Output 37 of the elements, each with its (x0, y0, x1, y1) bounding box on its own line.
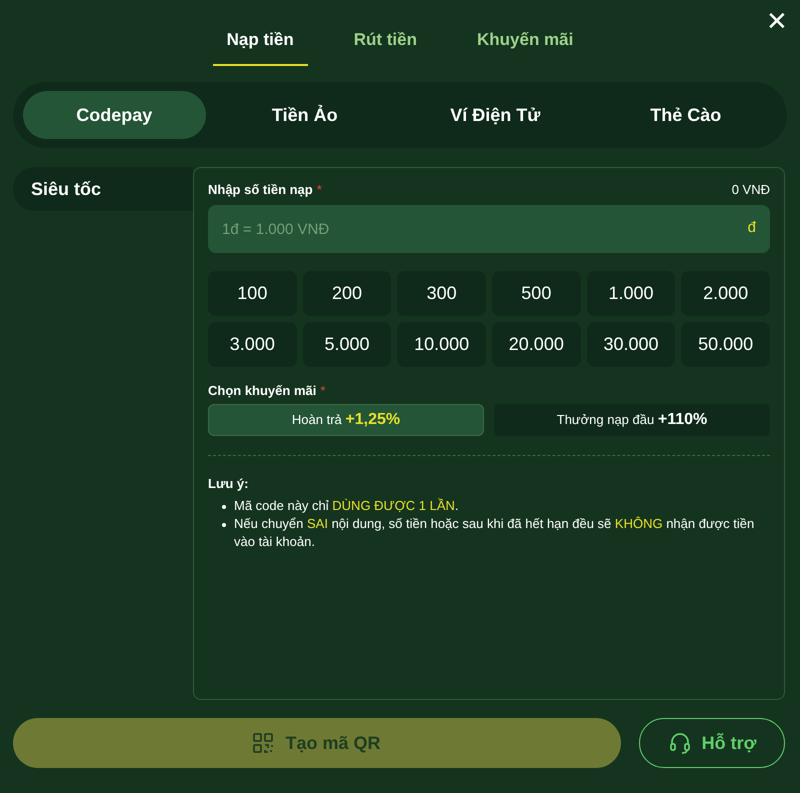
amount-option[interactable]: 50.000 (681, 322, 770, 367)
note-text: Nếu chuyển SAI nội dung, số tiền hoặc sau khi đã hết hạn đều sẽ KHÔNG nhận được tiền vào tài khoản. (234, 515, 756, 552)
amount-option[interactable]: 30.000 (586, 322, 676, 367)
notes-title: Lưu ý: (208, 476, 250, 491)
promotion-option[interactable]: Hoàn trả +1,25% (208, 404, 484, 436)
sidebar-item[interactable]: Siêu tốc (13, 167, 193, 211)
promotion-option[interactable]: Thưởng nạp đầu +110% (494, 404, 770, 436)
tab[interactable]: Khuyến mãi (462, 18, 588, 66)
amount-total: 0 VNĐ (732, 182, 770, 197)
amount-option[interactable]: 10.000 (397, 322, 486, 367)
required-mark: * (316, 182, 322, 197)
tab[interactable]: Rút tiền (340, 18, 431, 66)
amount-option[interactable]: 2.000 (681, 271, 770, 316)
currency-suffix: đ (748, 219, 756, 236)
method-tab[interactable]: Codepay (23, 91, 206, 139)
amount-option[interactable]: 300 (397, 271, 486, 316)
field-label: Chọn khuyến mãi (208, 383, 316, 398)
amount-option[interactable]: 1.000 (586, 271, 676, 316)
required-mark: * (320, 383, 326, 398)
amount-option[interactable]: 5.000 (302, 322, 392, 367)
bullet-icon (222, 505, 226, 509)
field-label: Nhập số tiền nạp (208, 182, 313, 197)
amount-option[interactable]: 3.000 (208, 322, 297, 367)
note-text: Mã code này chỉ DÙNG ĐƯỢC 1 LẦN. (234, 497, 459, 515)
amount-option[interactable]: 500 (492, 271, 581, 316)
method-tab[interactable]: Thẻ Cào (594, 91, 777, 139)
qr-code-icon (253, 733, 274, 753)
amount-option[interactable]: 200 (302, 271, 392, 316)
method-tab[interactable]: Ví Điện Tử (404, 91, 586, 139)
headset-icon (668, 731, 692, 755)
bullet-icon (222, 523, 226, 528)
close-button[interactable]: ✕ (762, 6, 792, 36)
method-tab[interactable]: Tiền Ảo (214, 91, 396, 139)
amount-option[interactable]: 100 (208, 271, 297, 316)
amount-option[interactable]: 20.000 (492, 322, 581, 367)
tab[interactable]: Nạp tiền (212, 18, 308, 66)
support-button[interactable]: Hỗ trợ (639, 718, 785, 768)
